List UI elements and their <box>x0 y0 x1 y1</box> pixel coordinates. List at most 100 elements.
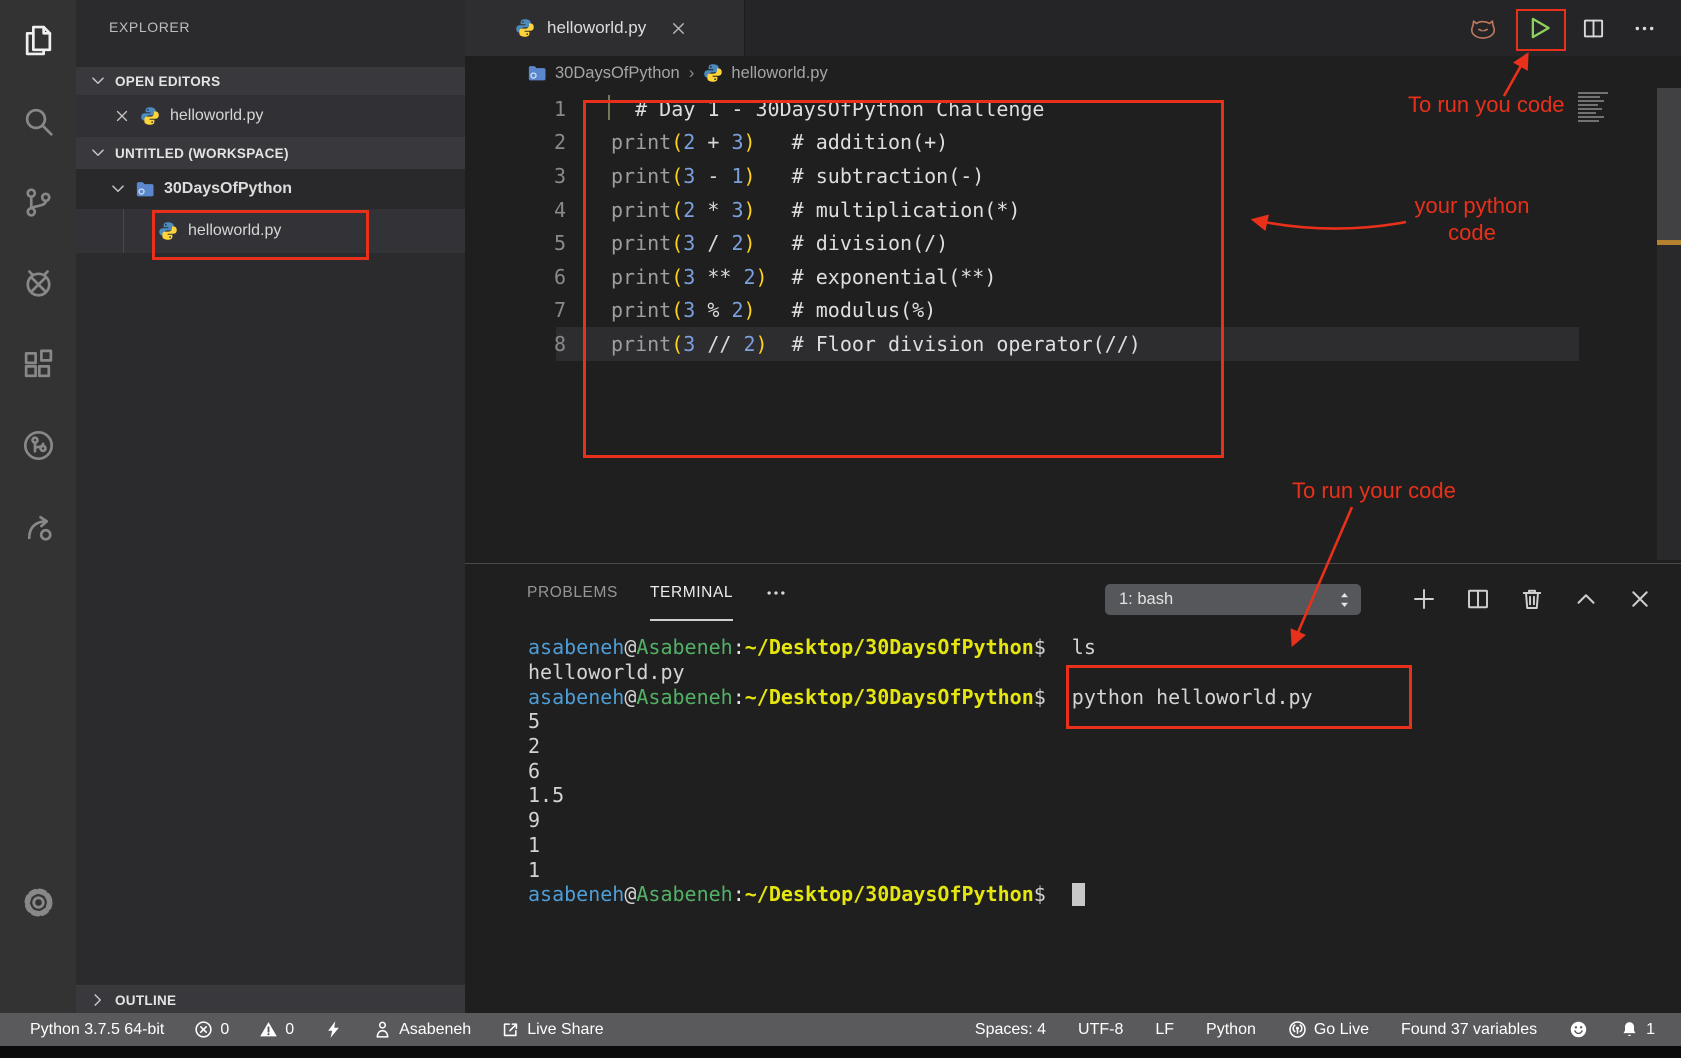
status-feedback[interactable] <box>1569 1020 1588 1039</box>
prompt-user: asabeneh <box>528 685 624 709</box>
terminal-output-text: 1 <box>528 858 540 882</box>
status-quick-actions[interactable] <box>324 1020 343 1039</box>
status-indentation[interactable]: Spaces: 4 <box>975 1021 1046 1039</box>
status-notifications[interactable]: 1 <box>1620 1020 1655 1039</box>
tab-helloworld[interactable]: helloworld.py <box>465 0 745 56</box>
status-eol-label: LF <box>1155 1021 1174 1039</box>
status-language-mode[interactable]: Python <box>1206 1021 1256 1039</box>
run-file-button[interactable] <box>1525 14 1553 42</box>
close-icon[interactable] <box>114 108 130 124</box>
tree-file-label: helloworld.py <box>188 222 281 240</box>
prompt-at: @ <box>624 882 636 906</box>
prompt-path: ~/Desktop/30DaysOfPython <box>745 882 1034 906</box>
kill-terminal-icon[interactable] <box>1520 587 1544 611</box>
code-line-2[interactable]: 2print(2 + 3) # addition(+) <box>465 126 1681 160</box>
activitybar-live-share[interactable] <box>0 486 76 567</box>
code-line-3[interactable]: 3print(3 - 1) # subtraction(-) <box>465 159 1681 193</box>
terminal-cursor[interactable] <box>1072 883 1085 906</box>
line-number: 6 <box>465 265 578 289</box>
golive-icon <box>1288 1020 1307 1039</box>
workspace-header[interactable]: UNTITLED (WORKSPACE) <box>76 137 478 169</box>
prompt-host: Asabeneh <box>636 685 732 709</box>
open-editors-header[interactable]: OPEN EDITORS <box>76 67 478 95</box>
code-line-6[interactable]: 6print(3 ** 2) # exponential(**) <box>465 260 1681 294</box>
smiley-icon <box>1569 1020 1588 1039</box>
activitybar-source-control[interactable] <box>0 162 76 243</box>
tab-terminal[interactable]: TERMINAL <box>650 564 733 621</box>
code-text: print(2 * 3) # multiplication(*) <box>578 198 1020 222</box>
maximize-panel-icon[interactable] <box>1574 587 1598 611</box>
prompt-dollar: $ <box>1034 685 1046 709</box>
code-text: print(3 - 1) # subtraction(-) <box>578 164 984 188</box>
code-text: # Day 1 - 30DaysOfPython Challenge <box>578 97 1044 121</box>
code-text: print(3 % 2) # modulus(%) <box>578 298 936 322</box>
terminal-label: TERMINAL <box>650 584 733 602</box>
status-encoding[interactable]: UTF-8 <box>1078 1021 1123 1039</box>
tab-problems[interactable]: PROBLEMS <box>527 564 618 621</box>
prompt-at: @ <box>624 635 636 659</box>
close-panel-icon[interactable] <box>1628 587 1652 611</box>
open-editor-item-helloworld[interactable]: helloworld.py <box>76 95 503 137</box>
split-terminal-icon[interactable] <box>1466 587 1490 611</box>
status-eol[interactable]: LF <box>1155 1021 1174 1039</box>
status-errors[interactable]: 0 <box>194 1020 229 1039</box>
terminal-line-7: 1.5 <box>465 783 1681 808</box>
minimap[interactable] <box>1578 92 1620 124</box>
terminal-line-10: 1 <box>465 857 1681 882</box>
code-line-7[interactable]: 7print(3 % 2) # modulus(%) <box>465 294 1681 328</box>
terminal-line-2: helloworld.py <box>465 660 1681 685</box>
breadcrumb-file[interactable]: helloworld.py <box>731 64 827 83</box>
activitybar-gitlens[interactable] <box>0 405 76 486</box>
chevron-down-icon <box>89 72 107 90</box>
tree-folder-30daysofpython[interactable]: 30DaysOfPython <box>76 169 498 209</box>
code-content: 1 # Day 1 - 30DaysOfPython Challenge2pri… <box>465 92 1681 361</box>
code-editor[interactable]: 1 # Day 1 - 30DaysOfPython Challenge2pri… <box>465 90 1681 563</box>
code-line-8[interactable]: 8print(3 // 2) # Floor division operator… <box>465 327 1681 361</box>
line-number: 5 <box>465 231 578 255</box>
panel-more-icon[interactable] <box>765 582 787 604</box>
status-live-share[interactable]: Live Share <box>501 1020 604 1039</box>
prompt-dollar: $ <box>1034 882 1046 906</box>
scrollbar-thumb[interactable] <box>1657 88 1681 240</box>
python-icon <box>158 221 178 241</box>
activitybar-search[interactable] <box>0 81 76 162</box>
status-account[interactable]: Asabeneh <box>373 1020 471 1039</box>
shell-select-value: 1: bash <box>1119 590 1338 609</box>
split-editor-icon[interactable] <box>1582 17 1605 40</box>
status-indentation-label: Spaces: 4 <box>975 1021 1046 1039</box>
code-line-1[interactable]: 1 # Day 1 - 30DaysOfPython Challenge <box>465 92 1681 126</box>
new-terminal-icon[interactable] <box>1412 587 1436 611</box>
status-python-version[interactable]: Python 3.7.5 64-bit <box>30 1021 164 1039</box>
outline-label: OUTLINE <box>115 993 176 1008</box>
prompt-host: Asabeneh <box>636 635 732 659</box>
tab-close-icon[interactable] <box>670 20 687 37</box>
pets-cat-icon[interactable] <box>1468 13 1498 43</box>
status-bar: Python 3.7.5 64-bit00AsabenehLive Share … <box>0 1013 1681 1046</box>
activitybar-debug[interactable] <box>0 243 76 324</box>
status-variables[interactable]: Found 37 variables <box>1401 1021 1537 1039</box>
code-line-4[interactable]: 4print(2 * 3) # multiplication(*) <box>465 193 1681 227</box>
terminal-output[interactable]: asabeneh@Asabeneh:~/Desktop/30DaysOfPyth… <box>465 635 1681 907</box>
breadcrumb-separator: › <box>689 63 695 83</box>
more-actions-icon[interactable] <box>1633 17 1656 40</box>
outline-header[interactable]: OUTLINE <box>76 985 478 1014</box>
code-text: print(3 / 2) # division(/) <box>578 231 948 255</box>
status-go-live[interactable]: Go Live <box>1288 1020 1369 1039</box>
activitybar-explorer[interactable] <box>0 0 76 81</box>
status-warnings[interactable]: 0 <box>259 1020 294 1039</box>
terminal-output-text: 1 <box>528 833 540 857</box>
status-python-version-label: Python 3.7.5 64-bit <box>30 1021 164 1039</box>
open-editor-item-label: helloworld.py <box>170 107 263 125</box>
breadcrumb-folder[interactable]: 30DaysOfPython <box>555 64 680 83</box>
tree-indent-guide <box>123 209 124 253</box>
status-warnings-label: 0 <box>285 1021 294 1039</box>
line-number: 1 <box>465 97 578 121</box>
terminal-output-text: 9 <box>528 808 540 832</box>
line-number: 8 <box>465 332 578 356</box>
terminal-line-4: 5 <box>465 709 1681 734</box>
shell-select[interactable]: 1: bash <box>1105 584 1361 615</box>
code-line-5[interactable]: 5print(3 / 2) # division(/) <box>465 226 1681 260</box>
updown-icon <box>1338 591 1351 609</box>
activitybar-extensions[interactable] <box>0 324 76 405</box>
activitybar-settings[interactable] <box>0 857 76 947</box>
